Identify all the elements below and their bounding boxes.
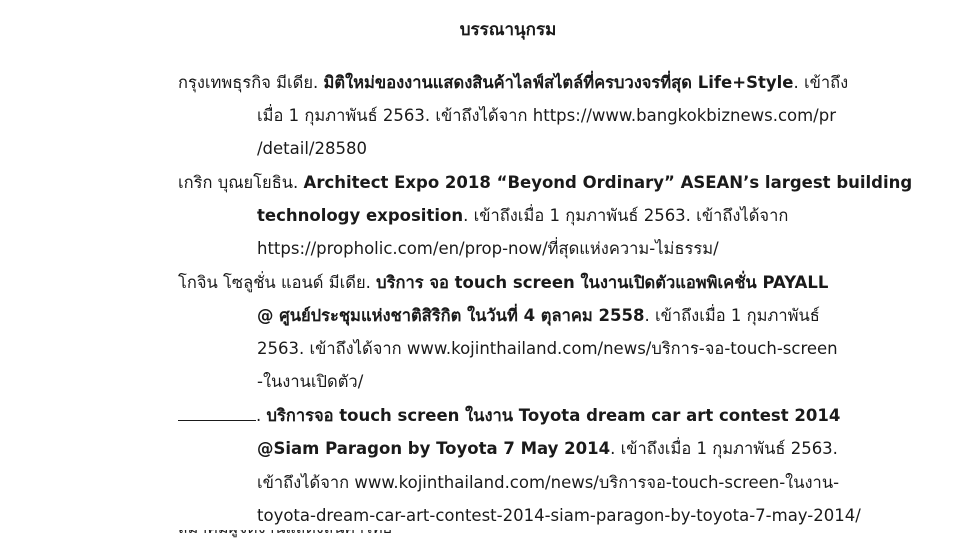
entry-4-line-3: เข้าถึงได้จาก www.kojinthailand.com/news… [257, 471, 839, 495]
entry-3-line-4: -ในงานเปิดตัว/ [257, 370, 363, 394]
url-text: https://propholic.com/en/prop-now/ที่สุด… [257, 239, 719, 258]
entry-title: @Siam Paragon by Toyota 7 May 2014 [257, 439, 611, 458]
entry-title: technology exposition [257, 206, 464, 225]
author: กรุงเทพธุรกิจ มีเดีย. [178, 73, 324, 92]
entry-title: @ ศูนย์ประชุมแห่งชาติสิริกิต ในวันที่ 4 … [257, 306, 645, 325]
access-text: . เข้าถึง [793, 73, 849, 92]
document-page: บรรณานุกรม กรุงเทพธุรกิจ มีเดีย. มิติใหม… [0, 0, 960, 540]
entry-title: บริการจอ touch screen ในงาน Toyota dream… [266, 406, 841, 425]
entry-3-line-1: โกจิน โซลูชั่น แอนด์ มีเดีย. บริการ จอ t… [178, 271, 828, 295]
access-text: . เข้าถึงเมื่อ 1 กุมภาพันธ์ 2563. เข้าถึ… [463, 206, 789, 225]
access-text: เข้าถึงได้จาก www.kojinthailand.com/news… [257, 473, 840, 492]
entry-2-line-3: https://propholic.com/en/prop-now/ที่สุด… [257, 237, 719, 261]
entry-title: Architect Expo 2018 “Beyond Ordinary” AS… [303, 173, 913, 192]
entry-1-line-3: /detail/28580 [257, 137, 367, 161]
entry-4-line-4: toyota-dream-car-art-contest-2014-siam-p… [257, 504, 861, 528]
page-title: บรรณานุกรม [459, 20, 557, 40]
access-text: เมื่อ 1 กุมภาพันธ์ 2563. เข้าถึงได้จาก h… [257, 106, 836, 125]
entry-3-line-3: 2563. เข้าถึงได้จาก www.kojinthailand.co… [257, 337, 838, 361]
entry-2-line-1: เกริก บุณยโยธิน. Architect Expo 2018 “Be… [178, 171, 912, 195]
cut-off-text: สมาคมผู้จัดงานแสดงสินค้าไทย [178, 530, 392, 540]
entry-title: มิติใหม่ของงานแสดงสินค้าไลฟ์สไตล์ที่ครบว… [323, 73, 794, 92]
url-text: toyota-dream-car-art-contest-2014-siam-p… [257, 506, 861, 525]
author-punct: . [256, 406, 267, 425]
url-text: -ในงานเปิดตัว/ [257, 372, 364, 391]
author: เกริก บุณยโยธิน. [178, 173, 304, 192]
author: โกจิน โซลูชั่น แอนด์ มีเดีย. [178, 273, 377, 292]
url-text: /detail/28580 [257, 139, 367, 158]
entry-1-line-2: เมื่อ 1 กุมภาพันธ์ 2563. เข้าถึงได้จาก h… [257, 104, 836, 128]
entry-title: บริการ จอ touch screen ในงานเปิดตัวแอพพิ… [376, 273, 829, 292]
entry-1-line-1: กรุงเทพธุรกิจ มีเดีย. มิติใหม่ของงานแสดง… [178, 71, 848, 95]
repeat-author-dash [178, 406, 256, 421]
access-text: . เข้าถึงเมื่อ 1 กุมภาพันธ์ 2563. [610, 439, 838, 458]
cut-off-line: สมาคมผู้จัดงานแสดงสินค้าไทย [178, 530, 798, 540]
entry-4-line-2: @Siam Paragon by Toyota 7 May 2014. เข้า… [257, 437, 838, 461]
entry-3-line-2: @ ศูนย์ประชุมแห่งชาติสิริกิต ในวันที่ 4 … [257, 304, 820, 328]
access-text: . เข้าถึงเมื่อ 1 กุมภาพันธ์ [644, 306, 820, 325]
entry-4-line-1: . บริการจอ touch screen ในงาน Toyota dre… [178, 404, 840, 428]
access-text: 2563. เข้าถึงได้จาก www.kojinthailand.co… [257, 339, 838, 358]
entry-2-line-2: technology exposition. เข้าถึงเมื่อ 1 กุ… [257, 204, 788, 228]
